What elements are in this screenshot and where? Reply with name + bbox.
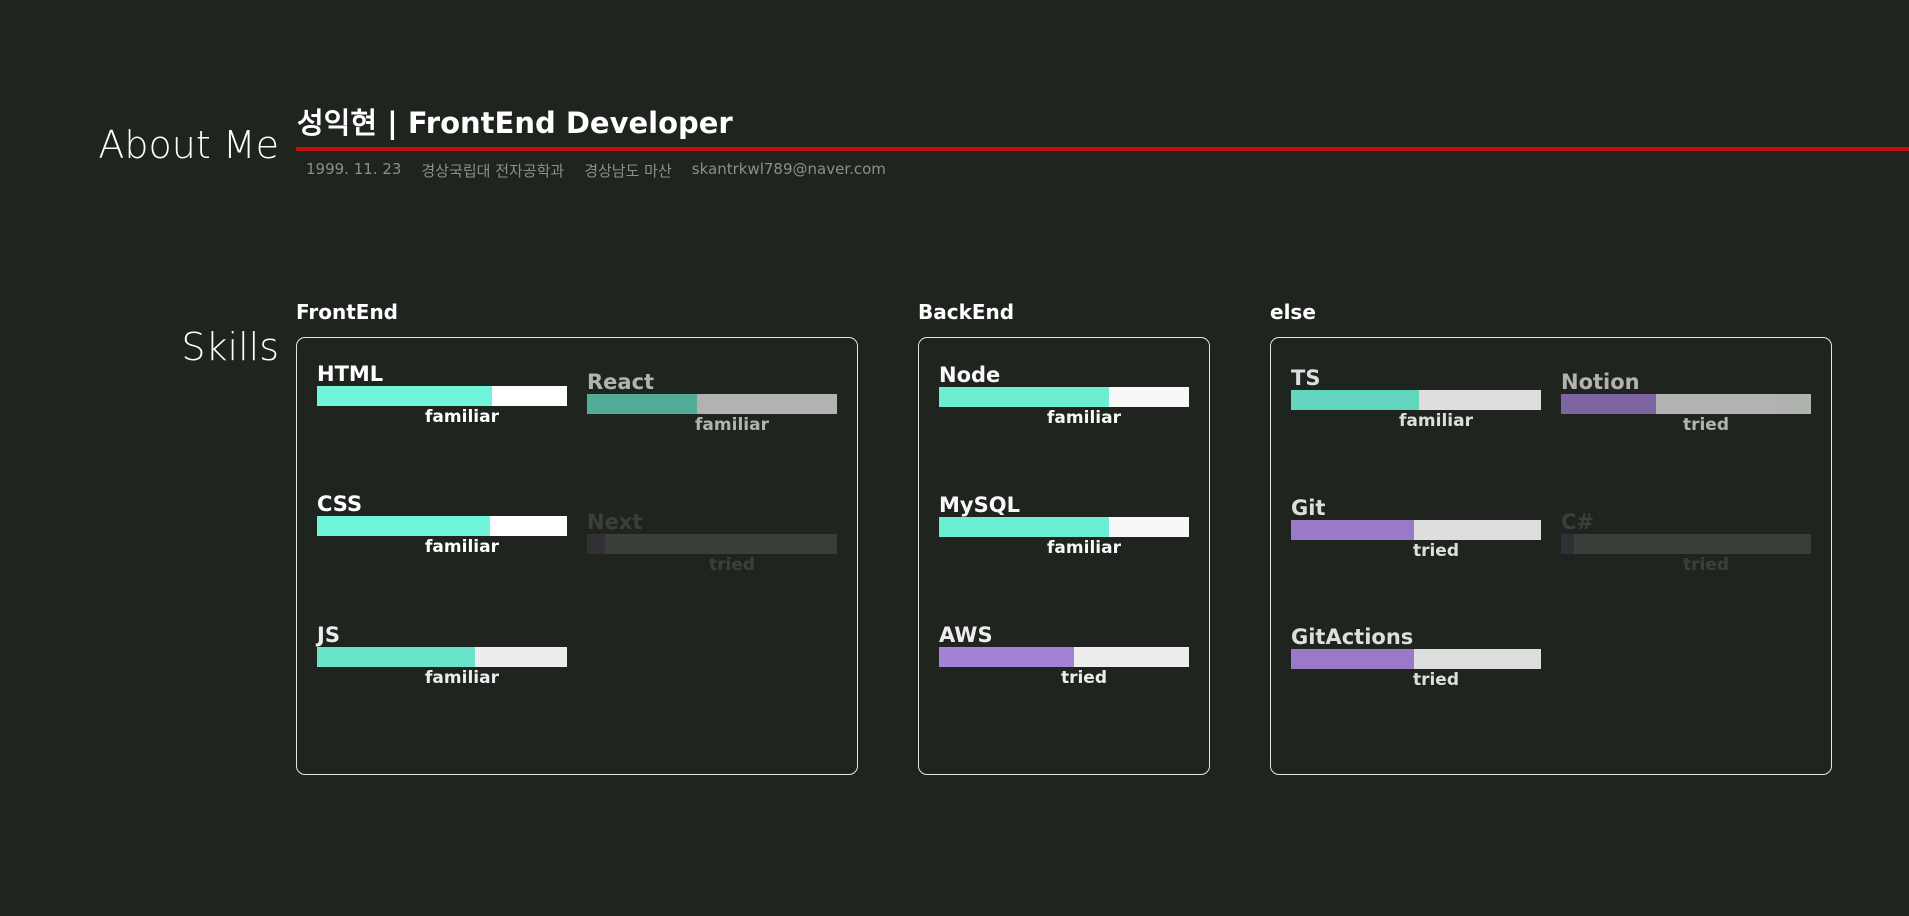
- skill-name: C#: [1561, 510, 1595, 534]
- skill-level: familiar: [1399, 411, 1473, 431]
- skill-node: Node familiar: [939, 363, 1189, 429]
- skill-bar-fill: [317, 647, 475, 667]
- skill-bar-fill: [587, 394, 697, 414]
- skill-name: MySQL: [939, 493, 1020, 517]
- skill-level: tried: [1682, 555, 1730, 575]
- title-divider: [296, 147, 1909, 151]
- skill-bar: [939, 517, 1189, 537]
- skill-bar-fill: [1291, 649, 1414, 669]
- skill-name: Next: [587, 510, 643, 534]
- skill-bar-fill: [587, 534, 605, 554]
- skill-level: tried: [708, 555, 756, 575]
- skill-ts: TS familiar: [1291, 366, 1541, 432]
- skill-bar: [317, 647, 567, 667]
- skill-react: React familiar: [587, 370, 837, 436]
- skill-level: familiar: [425, 537, 499, 557]
- page: About Me 성익현 | FrontEnd Developer 1999. …: [0, 0, 1909, 916]
- skill-js: JS familiar: [317, 623, 567, 689]
- school: 경상국립대 전자공학과: [421, 162, 565, 180]
- skill-bar-fill: [939, 647, 1074, 667]
- skill-panel-frontend: HTML familiar React familiar CSS familia…: [296, 337, 858, 775]
- skill-csharp: C# tried: [1561, 510, 1811, 576]
- skill-level: tried: [1682, 415, 1730, 435]
- skill-name: JS: [317, 623, 340, 647]
- skill-panel-else: TS familiar Notion tried Git tried C# tr…: [1270, 337, 1832, 775]
- skill-bar: [317, 516, 567, 536]
- skill-level: tried: [1412, 541, 1460, 561]
- skill-bar: [317, 386, 567, 406]
- skill-bar-fill: [939, 517, 1109, 537]
- skill-html: HTML familiar: [317, 362, 567, 428]
- name-title: 성익현 | FrontEnd Developer: [297, 106, 733, 140]
- skill-bar-fill: [317, 516, 490, 536]
- group-title-backend: BackEnd: [918, 300, 1015, 324]
- skill-bar-fill: [1561, 534, 1574, 554]
- profile-info: 1999. 11. 23 경상국립대 전자공학과 경상남도 마산 skantrk…: [306, 160, 886, 181]
- skill-level: familiar: [695, 415, 769, 435]
- skill-name: HTML: [317, 362, 384, 386]
- skill-next: Next tried: [587, 510, 837, 576]
- skill-bar: [1291, 390, 1541, 410]
- group-title-else: else: [1270, 300, 1316, 324]
- skill-bar: [1291, 520, 1541, 540]
- skill-bar: [1291, 649, 1541, 669]
- skill-name: Node: [939, 363, 1001, 387]
- skill-bar: [939, 647, 1189, 667]
- skill-name: Notion: [1561, 370, 1640, 394]
- skill-mysql: MySQL familiar: [939, 493, 1189, 559]
- skill-level: familiar: [1047, 538, 1121, 558]
- group-title-frontend: FrontEnd: [296, 300, 399, 324]
- skill-bar: [939, 387, 1189, 407]
- location: 경상남도 마산: [584, 162, 672, 180]
- skill-name: CSS: [317, 492, 363, 516]
- skill-bar-fill: [939, 387, 1109, 407]
- skill-level: tried: [1412, 670, 1460, 690]
- skill-bar-fill: [1561, 394, 1656, 414]
- skill-level: familiar: [425, 407, 499, 427]
- skill-name: TS: [1291, 366, 1321, 390]
- skill-name: Git: [1291, 496, 1326, 520]
- skill-notion: Notion tried: [1561, 370, 1811, 436]
- skill-name: GitActions: [1291, 625, 1414, 649]
- skill-bar: [1561, 534, 1811, 554]
- skill-aws: AWS tried: [939, 623, 1189, 689]
- skill-name: AWS: [939, 623, 993, 647]
- birth-date: 1999. 11. 23: [306, 160, 402, 178]
- skill-css: CSS familiar: [317, 492, 567, 558]
- skill-bar-fill: [1291, 390, 1419, 410]
- skill-bar: [1561, 394, 1811, 414]
- skill-bar: [587, 534, 837, 554]
- skill-level: familiar: [425, 668, 499, 688]
- skill-name: React: [587, 370, 655, 394]
- skill-panel-backend: Node familiar MySQL familiar AWS tried: [918, 337, 1210, 775]
- skill-bar: [587, 394, 837, 414]
- skill-git: Git tried: [1291, 496, 1541, 562]
- skills-heading: Skills: [181, 325, 279, 369]
- email: skantrkwl789@naver.com: [691, 160, 886, 178]
- skill-gitactions: GitActions tried: [1291, 625, 1541, 691]
- skill-level: familiar: [1047, 408, 1121, 428]
- skill-bar-fill: [317, 386, 492, 406]
- skill-level: tried: [1060, 668, 1108, 688]
- skill-bar-fill: [1291, 520, 1414, 540]
- about-me-heading: About Me: [98, 123, 279, 167]
